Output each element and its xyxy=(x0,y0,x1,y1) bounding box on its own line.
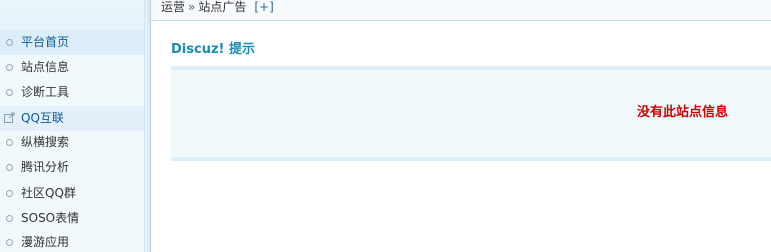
sidebar-item-label: 腾讯分析 xyxy=(21,160,70,174)
circle-bullet-icon xyxy=(6,164,13,171)
circle-bullet-icon xyxy=(6,39,13,46)
circle-bullet-icon xyxy=(6,239,13,246)
page: 平台首页 站点信息 诊断工具 QQ互联 纵横搜索 腾讯分析 社区QQ群 SOSO… xyxy=(0,0,771,252)
sidebar-header xyxy=(0,0,144,30)
breadcrumb-parent[interactable]: 运营 xyxy=(161,0,185,14)
sidebar-item-label: 诊断工具 xyxy=(21,85,70,99)
sidebar-item-qq-connect[interactable]: QQ互联 xyxy=(0,106,144,131)
circle-bullet-icon xyxy=(6,89,13,96)
sidebar-item-community-qq-group[interactable]: 社区QQ群 xyxy=(0,181,144,206)
sidebar-item-search[interactable]: 纵横搜索 xyxy=(0,130,144,155)
page-title: Discuz! 提示 xyxy=(171,42,255,57)
sidebar-item-diagnostic-tools[interactable]: 诊断工具 xyxy=(0,80,144,105)
sidebar-divider[interactable] xyxy=(144,0,151,252)
circle-bullet-icon xyxy=(6,215,13,222)
breadcrumb: 运营» 站点广告 [+] xyxy=(161,0,274,16)
sidebar-item-roaming-apps[interactable]: 漫游应用 xyxy=(0,230,144,252)
sidebar-item-platform-home[interactable]: 平台首页 xyxy=(0,30,144,55)
circle-bullet-icon xyxy=(6,139,13,146)
sidebar-item-tencent-analytics[interactable]: 腾讯分析 xyxy=(0,155,144,180)
sidebar-item-label: 社区QQ群 xyxy=(21,186,76,200)
sidebar: 平台首页 站点信息 诊断工具 QQ互联 纵横搜索 腾讯分析 社区QQ群 SOSO… xyxy=(0,0,144,252)
sidebar-item-site-info[interactable]: 站点信息 xyxy=(0,55,144,80)
external-link-icon xyxy=(4,112,15,123)
sidebar-item-label: SOSO表情 xyxy=(21,211,80,225)
sidebar-item-label: 站点信息 xyxy=(21,60,70,74)
error-message: 没有此站点信息 xyxy=(637,105,729,120)
breadcrumb-current: 站点广告 xyxy=(198,0,247,14)
sidebar-item-label: 纵横搜索 xyxy=(21,135,70,149)
add-shortcut-link[interactable]: [+] xyxy=(254,0,273,14)
circle-bullet-icon xyxy=(6,190,13,197)
sidebar-item-label: QQ互联 xyxy=(21,111,64,125)
message-box: 没有此站点信息 xyxy=(171,66,771,161)
circle-bullet-icon xyxy=(6,64,13,71)
sidebar-item-label: 漫游应用 xyxy=(21,235,70,249)
sidebar-item-soso-emoticons[interactable]: SOSO表情 xyxy=(0,206,144,231)
breadcrumb-separator: » xyxy=(188,0,196,14)
sidebar-item-label: 平台首页 xyxy=(21,35,70,49)
header: 运营» 站点广告 [+] xyxy=(151,0,771,21)
